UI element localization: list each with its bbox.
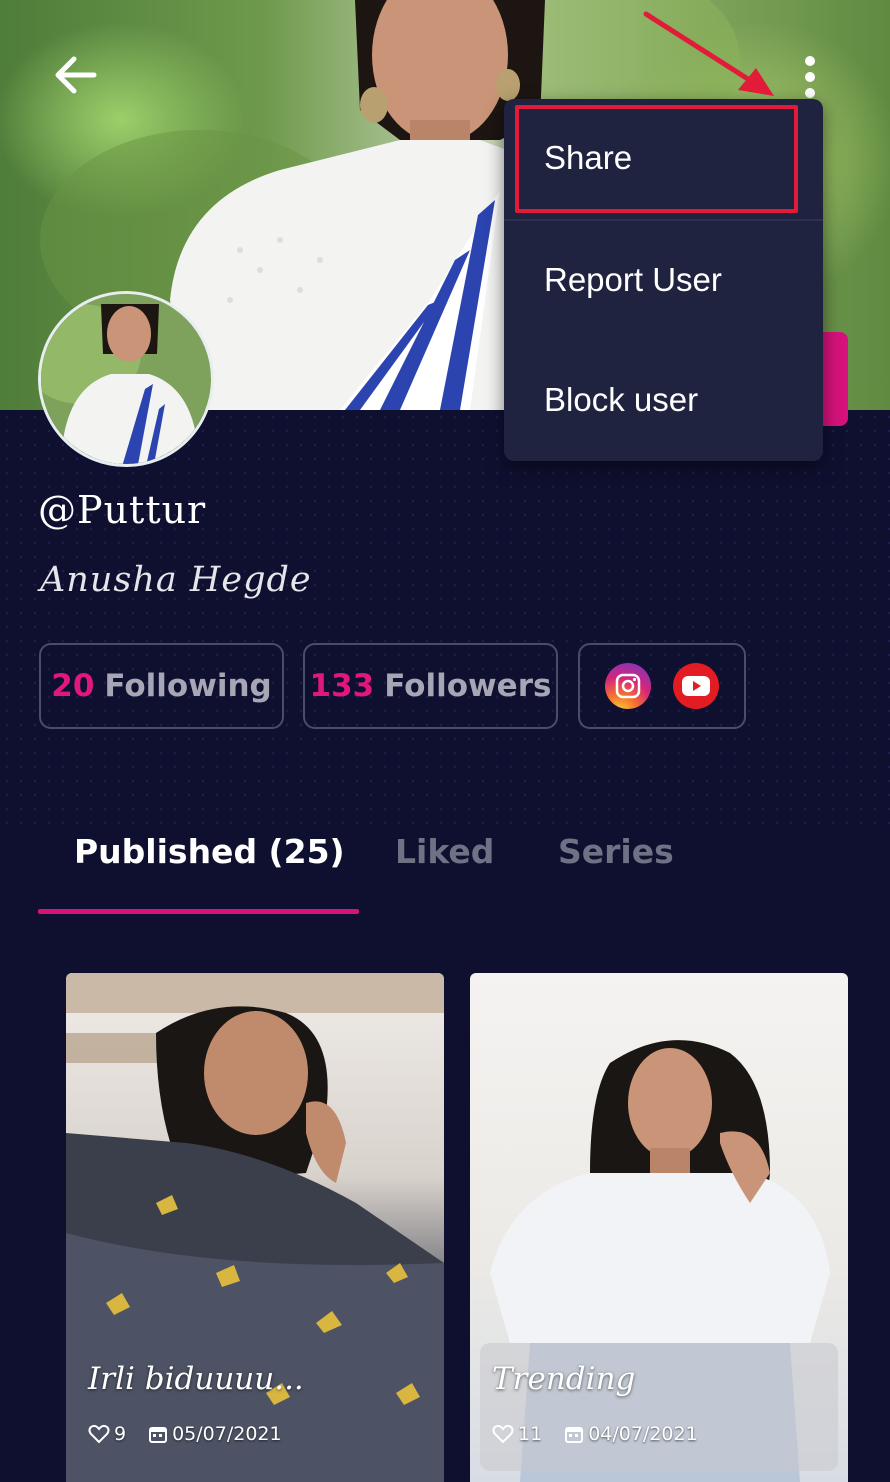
post-date: 04/07/2021 — [588, 1423, 698, 1445]
post-like-count: 9 — [114, 1423, 127, 1445]
heart-icon — [88, 1424, 110, 1444]
instagram-icon[interactable] — [605, 663, 651, 709]
active-tab-indicator — [38, 909, 359, 914]
post-card[interactable]: Irli biduuuu... 9 05/07/2021 — [66, 973, 444, 1482]
arrow-left-icon — [55, 56, 97, 94]
post-like-count: 11 — [518, 1423, 543, 1445]
more-vertical-icon — [805, 56, 815, 98]
avatar[interactable] — [38, 291, 214, 467]
youtube-icon[interactable] — [673, 663, 719, 709]
post-card[interactable]: Trending 11 04/07/2021 — [470, 973, 848, 1482]
annotation-highlight — [515, 105, 798, 213]
menu-item-block-user[interactable]: Block user — [544, 381, 698, 419]
avatar-image — [41, 294, 211, 464]
calendar-icon — [565, 1427, 584, 1443]
social-links — [578, 643, 746, 729]
following-label: Following — [104, 668, 272, 704]
more-options-button[interactable] — [796, 52, 824, 102]
followers-button[interactable]: 133 Followers — [303, 643, 558, 729]
background-pattern — [0, 410, 890, 830]
post-meta: 9 05/07/2021 — [88, 1423, 282, 1445]
menu-divider — [504, 219, 823, 221]
post-thumbnail — [66, 973, 444, 1482]
tab-published[interactable]: Published (25) — [74, 832, 345, 871]
back-button[interactable] — [48, 50, 104, 100]
menu-item-report-user[interactable]: Report User — [544, 261, 722, 299]
followers-label: Followers — [384, 668, 552, 704]
followers-count: 133 — [309, 668, 375, 704]
post-title: Irli biduuuu... — [88, 1361, 304, 1397]
tab-series[interactable]: Series — [558, 832, 674, 871]
post-title: Trending — [492, 1361, 636, 1397]
following-button[interactable]: 20 Following — [39, 643, 284, 729]
username: @Puttur — [38, 488, 207, 532]
heart-icon — [492, 1424, 514, 1444]
tab-liked[interactable]: Liked — [395, 832, 494, 871]
post-date: 05/07/2021 — [172, 1423, 282, 1445]
full-name: Anusha Hegde — [40, 560, 312, 600]
annotation-arrow-icon — [643, 11, 774, 96]
post-meta: 11 04/07/2021 — [492, 1423, 698, 1445]
calendar-icon — [149, 1427, 168, 1443]
following-count: 20 — [51, 668, 95, 704]
